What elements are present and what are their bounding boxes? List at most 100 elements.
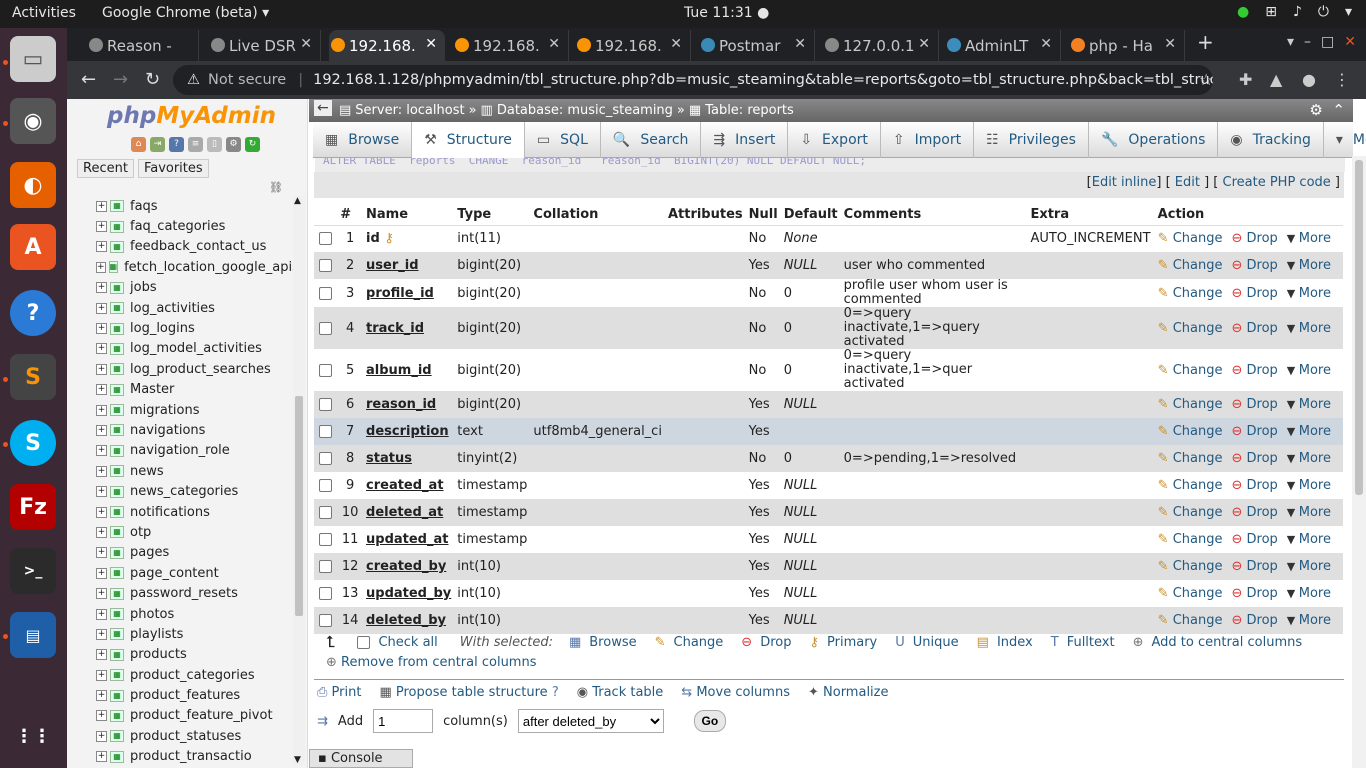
table-icon[interactable]: ▦ (110, 281, 124, 294)
table-icon[interactable]: ▦ (110, 220, 124, 233)
drop-button[interactable]: Drop (1247, 321, 1278, 336)
forward-icon[interactable]: → (113, 69, 128, 90)
browser-tab[interactable]: Postmar ✕ (699, 30, 815, 61)
sidebar-table-name[interactable]: log_model_activities (130, 341, 262, 356)
table-icon[interactable]: ▦ (110, 506, 124, 519)
column-name[interactable]: created_at (363, 472, 455, 499)
row-checkbox[interactable] (319, 425, 333, 438)
new-tab-button[interactable]: + (1197, 30, 1214, 54)
col-header[interactable]: Name (363, 205, 455, 226)
tab-import[interactable]: ⇧ Import (881, 122, 975, 158)
table-icon[interactable]: ▦ (110, 608, 124, 620)
logout-icon[interactable]: ⇥ (150, 137, 165, 152)
sidebar-table-name[interactable]: navigation_role (130, 443, 230, 458)
sidebar-table-name[interactable]: products (130, 647, 187, 662)
more-button[interactable]: More (1299, 321, 1331, 336)
sidebar-table-item[interactable]: + ▦ news (67, 461, 295, 481)
browser-tab[interactable]: 192.168. ✕ (453, 30, 569, 61)
expand-icon[interactable]: + (96, 547, 107, 559)
column-name-text[interactable]: description (366, 424, 449, 439)
close-icon[interactable]: ✕ (1164, 36, 1176, 52)
track-table-link[interactable]: Track table (592, 685, 663, 700)
column-name-text[interactable]: profile_id (366, 286, 434, 301)
sidebar-table-item[interactable]: + ▦ product_features (67, 685, 295, 705)
sidebar-table-name[interactable]: feedback_contact_us (130, 239, 266, 254)
expand-icon[interactable]: + (96, 465, 107, 477)
sidebar-table-item[interactable]: + ▦ navigation_role (67, 441, 295, 461)
browser-tab[interactable]: Reason - (87, 30, 199, 61)
table-icon[interactable]: ▦ (108, 261, 119, 274)
column-name-text[interactable]: deleted_at (366, 505, 443, 520)
row-checkbox[interactable] (319, 587, 333, 600)
change-button[interactable]: Change (1173, 532, 1223, 547)
column-name-text[interactable]: updated_at (366, 532, 448, 547)
table-icon[interactable]: ▦ (110, 485, 124, 498)
sidebar-table-name[interactable]: password_resets (130, 586, 238, 601)
table-icon[interactable]: ▦ (110, 200, 124, 213)
tab-sql[interactable]: ▭ SQL (525, 122, 601, 158)
column-name-text[interactable]: created_at (366, 478, 444, 493)
sidebar-table-name[interactable]: log_activities (130, 301, 215, 316)
column-count-input[interactable] (373, 709, 434, 733)
sidebar-table-name[interactable]: product_categories (130, 668, 255, 683)
table-icon[interactable]: ▦ (110, 567, 124, 580)
column-name[interactable]: user_id (363, 252, 455, 279)
table-row[interactable]: 10 deleted_at timestamp Yes NULL ✎ Change ⊖ Dr… (314, 499, 1343, 526)
row-checkbox[interactable] (319, 614, 333, 627)
tab-structure[interactable]: ⚒ Structure (412, 122, 525, 158)
table-row[interactable]: 13 updated_by int(10) Yes NULL ✎ Change ⊖ Drop… (314, 580, 1343, 607)
col-header[interactable]: Type (454, 205, 531, 226)
home-icon[interactable]: ⌂ (131, 137, 146, 152)
sidebar-table-name[interactable]: pages (130, 545, 169, 560)
column-name-text[interactable]: album_id (366, 363, 432, 378)
sidebar-table-name[interactable]: notifications (130, 505, 210, 520)
close-icon[interactable]: ✕ (300, 36, 312, 52)
more-button[interactable]: More (1299, 559, 1331, 574)
table-row[interactable]: 8 status tinyint(2) No 0 0=>pending,1=>resolv… (314, 445, 1343, 472)
sidebar-table-item[interactable]: + ▦ log_activities (67, 298, 295, 318)
sidebar-table-item[interactable]: + ▦ page_content (67, 563, 295, 583)
sidebar-table-item[interactable]: + ▦ Master (67, 380, 295, 400)
sidebar-table-item[interactable]: + ▦ products (67, 645, 295, 665)
drop-button[interactable]: Drop (1247, 363, 1278, 378)
sidebar-table-item[interactable]: + ▦ photos (67, 604, 295, 624)
column-name[interactable]: id ⚷ (363, 225, 455, 252)
close-icon[interactable]: ✕ (1040, 36, 1052, 52)
expand-icon[interactable]: + (96, 567, 107, 579)
scrollbar-thumb[interactable] (1355, 160, 1363, 495)
change-button[interactable]: Change (1173, 559, 1223, 574)
check-all-label[interactable]: Check all (378, 635, 437, 650)
sidebar-table-item[interactable]: + ▦ product_statuses (67, 726, 295, 746)
browser-tab[interactable]: Live DSR ✕ (209, 30, 321, 61)
phpmyadmin-logo[interactable]: phpMyAdmin (107, 103, 276, 129)
filezilla-icon[interactable]: Fz (10, 484, 56, 530)
browser-tab-active[interactable]: 192.168. ✕ (329, 30, 445, 61)
recent-tab[interactable]: Recent (77, 159, 134, 178)
table-row[interactable]: 2 user_id bigint(20) Yes NULL user who commen… (314, 252, 1343, 279)
expand-icon[interactable]: + (96, 649, 107, 661)
browser-tab[interactable]: 192.168. ✕ (575, 30, 691, 61)
sidebar-table-item[interactable]: + ▦ log_logins (67, 318, 295, 338)
table-row[interactable]: 4 track_id bigint(20) No 0 0=>query inactivat… (314, 307, 1343, 349)
change-button[interactable]: Change (1173, 258, 1223, 273)
table-icon[interactable]: ▦ (110, 363, 124, 376)
col-header[interactable]: Attributes (664, 205, 746, 226)
tab-search-icon[interactable]: ▾ (1287, 34, 1294, 50)
column-name[interactable]: deleted_at (363, 499, 455, 526)
table-icon[interactable]: ▦ (110, 669, 124, 682)
expand-icon[interactable]: + (96, 302, 107, 314)
edit-link[interactable]: Edit (1175, 175, 1200, 190)
collapse-icon[interactable]: ⌃ (1332, 101, 1345, 119)
column-name-text[interactable]: status (366, 451, 412, 466)
tab-export[interactable]: ⇩ Export (788, 122, 881, 158)
not-secure-label[interactable]: Not secure (208, 72, 286, 88)
sidebar-table-name[interactable]: news_categories (130, 484, 238, 499)
col-header[interactable]: Default (780, 205, 841, 226)
expand-icon[interactable]: + (96, 730, 107, 742)
expand-icon[interactable]: + (96, 404, 107, 416)
drop-button[interactable]: Drop (1247, 505, 1278, 520)
expand-icon[interactable]: + (96, 221, 107, 233)
row-checkbox[interactable] (319, 452, 333, 465)
expand-icon[interactable]: + (96, 363, 107, 375)
drop-button[interactable]: Drop (1247, 559, 1278, 574)
